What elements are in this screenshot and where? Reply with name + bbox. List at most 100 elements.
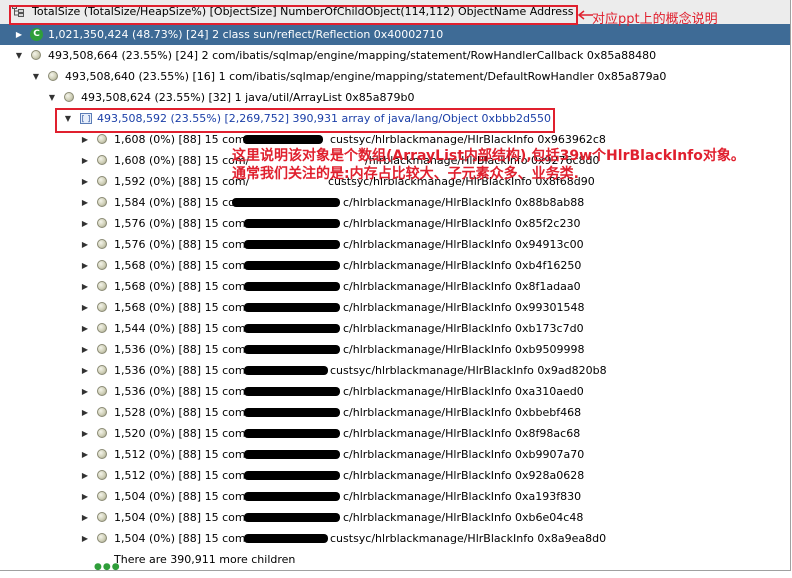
expand-arrow-icon[interactable]: ▶ — [80, 402, 90, 423]
tree-row-defaultrowhandler[interactable]: ▼ 493,508,640 (23.55%) [16] 1 com/ibatis… — [0, 66, 790, 87]
expand-arrow-icon[interactable]: ▶ — [14, 24, 24, 45]
child-size: 1,504 (0%) [88] 15 com/ — [114, 490, 250, 503]
expand-arrow-icon[interactable]: ▶ — [80, 507, 90, 528]
object-node-icon — [97, 449, 107, 459]
child-class: c/hlrblackmanage/HlrBlackInfo 0xb173c7d0 — [343, 322, 584, 335]
array-annotation-line2: 通常我们关注的是:内存占比较大、子元素众多、业务类. — [232, 166, 579, 182]
object-node-icon — [97, 428, 107, 438]
tree-row-child[interactable]: ▶ 1,576 (0%) [88] 15 com/c/hlrblackmanage… — [0, 213, 790, 234]
redaction-mark — [244, 282, 340, 291]
redaction-mark — [244, 408, 340, 417]
child-class: c/hlrblackmanage/HlrBlackInfo 0x8f98ac68 — [343, 427, 581, 440]
tree-row-label: 493,508,624 (23.55%) [32] 1 java/util/Ar… — [81, 91, 415, 104]
expand-arrow-icon[interactable]: ▶ — [80, 381, 90, 402]
tree-row-child[interactable]: ▶ 1,504 (0%) [88] 15 com/c/hlrblackmanage… — [0, 486, 790, 507]
expand-arrow-icon[interactable]: ▶ — [80, 276, 90, 297]
child-size: 1,576 (0%) [88] 15 com/ — [114, 238, 250, 251]
child-size: 1,528 (0%) [88] 15 com/ — [114, 406, 250, 419]
child-size: 1,592 (0%) [88] 15 com/ — [114, 175, 250, 188]
object-node-icon — [97, 512, 107, 522]
child-class: c/hlrblackmanage/HlrBlackInfo 0xb6e04c48 — [343, 511, 584, 524]
tree-row-child[interactable]: ▶ 1,520 (0%) [88] 15 com/c/hlrblackmanage… — [0, 423, 790, 444]
tree-row-rowhandlercallback[interactable]: ▼ 493,508,664 (23.55%) [24] 2 com/ibatis… — [0, 45, 790, 66]
tree-row-child[interactable]: ▶ 1,504 (0%) [88] 15 com/custsyc/hlrblack… — [0, 528, 790, 549]
object-node-icon — [97, 239, 107, 249]
expand-arrow-icon[interactable]: ▶ — [80, 339, 90, 360]
tree-row-child[interactable]: ▶ 1,536 (0%) [88] 15 com/c/hlrblackmanage… — [0, 381, 790, 402]
tree-row-label: 493,508,664 (23.55%) [24] 2 com/ibatis/s… — [48, 49, 657, 62]
child-size: 1,512 (0%) [88] 15 com/ — [114, 448, 250, 461]
tree-row-child[interactable]: ▶ 1,536 (0%) [88] 15 com/c/hlrblackmanage… — [0, 339, 790, 360]
expand-arrow-icon[interactable]: ▶ — [80, 528, 90, 549]
object-node-icon — [48, 71, 58, 81]
object-node-icon — [97, 386, 107, 396]
redaction-mark — [244, 429, 340, 438]
redaction-mark — [244, 471, 340, 480]
child-size: 1,608 (0%) [88] 15 com/ — [114, 154, 250, 167]
redaction-mark — [232, 198, 340, 207]
object-node-icon — [97, 323, 107, 333]
redaction-mark — [244, 240, 340, 249]
redaction-mark — [244, 534, 328, 543]
child-class: c/hlrblackmanage/HlrBlackInfo 0xbbebf468 — [343, 406, 582, 419]
expand-arrow-icon[interactable]: ▶ — [80, 297, 90, 318]
tree-row-child[interactable]: ▶ 1,568 (0%) [88] 15 com/c/hlrblackmanage… — [0, 297, 790, 318]
child-class: c/hlrblackmanage/HlrBlackInfo 0xb9509998 — [343, 343, 585, 356]
child-size: 1,520 (0%) [88] 15 com/ — [114, 427, 250, 440]
child-size: 1,512 (0%) [88] 15 com/ — [114, 469, 250, 482]
tree-row-child[interactable]: ▶ 1,512 (0%) [88] 15 com/c/hlrblackmanage… — [0, 465, 790, 486]
object-node-icon — [97, 533, 107, 543]
object-node-icon — [97, 176, 107, 186]
tree-row-child[interactable]: ▶ 1,536 (0%) [88] 15 com/custsyc/hlrblack… — [0, 360, 790, 381]
child-class: c/hlrblackmanage/HlrBlackInfo 0x99301548 — [343, 301, 585, 314]
child-class: c/hlrblackmanage/HlrBlackInfo 0x94913c00 — [343, 238, 584, 251]
child-size: 1,536 (0%) [88] 15 com/ — [114, 364, 250, 377]
class-icon: C — [30, 28, 43, 41]
tree-row-child[interactable]: ▶ 1,568 (0%) [88] 15 com/c/hlrblackmanage… — [0, 255, 790, 276]
expand-arrow-icon[interactable]: ▶ — [80, 234, 90, 255]
tree-row-child[interactable]: ▶ 1,568 (0%) [88] 15 com/c/hlrblackmanage… — [0, 276, 790, 297]
collapse-arrow-icon[interactable]: ▼ — [14, 45, 24, 66]
tree-row-child[interactable]: ▶ 1,504 (0%) [88] 15 com/c/hlrblackmanage… — [0, 507, 790, 528]
expand-arrow-icon[interactable]: ▶ — [80, 360, 90, 381]
object-node-icon — [97, 302, 107, 312]
expand-arrow-icon[interactable]: ▶ — [80, 255, 90, 276]
redaction-mark — [244, 513, 340, 522]
object-node-icon — [97, 407, 107, 417]
expand-arrow-icon[interactable]: ▶ — [80, 486, 90, 507]
child-size: 1,568 (0%) [88] 15 com/ — [114, 301, 250, 314]
tree-row-child[interactable]: ▶ 1,576 (0%) [88] 15 com/c/hlrblackmanage… — [0, 234, 790, 255]
redaction-mark — [244, 387, 340, 396]
expand-arrow-icon[interactable]: ▶ — [80, 318, 90, 339]
expand-arrow-icon[interactable]: ▶ — [80, 171, 90, 192]
collapse-arrow-icon[interactable]: ▼ — [47, 87, 57, 108]
tree-row-child[interactable]: ▶ 1,528 (0%) [88] 15 com/c/hlrblackmanage… — [0, 402, 790, 423]
expand-arrow-icon[interactable]: ▶ — [80, 213, 90, 234]
expand-arrow-icon[interactable]: ▶ — [80, 465, 90, 486]
array-annotation-line1: 这里说明该对象是个数组(ArrayList内部结构),包括39w个HlrBlac… — [232, 148, 745, 164]
object-node-icon — [97, 260, 107, 270]
child-class: c/hlrblackmanage/HlrBlackInfo 0xa310aed0 — [343, 385, 584, 398]
tree-row-arraylist[interactable]: ▼ 493,508,624 (23.55%) [32] 1 java/util/… — [0, 87, 790, 108]
more-children-row[interactable]: ●●● There are 390,911 more children — [0, 549, 790, 572]
tree-row-reflection[interactable]: ▶ C 1,021,350,424 (48.73%) [24] 2 class … — [0, 24, 790, 45]
redaction-mark — [244, 450, 340, 459]
child-size: 1,584 (0%) [88] 15 com/ — [114, 196, 250, 209]
collapse-arrow-icon[interactable]: ▼ — [31, 66, 41, 87]
object-node-icon — [97, 218, 107, 228]
expand-arrow-icon[interactable]: ▶ — [80, 444, 90, 465]
redaction-mark — [243, 135, 323, 144]
child-class: c/hlrblackmanage/HlrBlackInfo 0x88b8ab88 — [343, 196, 585, 209]
tree-row-child[interactable]: ▶ 1,584 (0%) [88] 15 com/c/hlrblackmanage… — [0, 192, 790, 213]
array-highlight-box — [55, 108, 555, 133]
expand-arrow-icon[interactable]: ▶ — [80, 423, 90, 444]
tree-row-child[interactable]: ▶ 1,512 (0%) [88] 15 com/c/hlrblackmanage… — [0, 444, 790, 465]
tree-row-child[interactable]: ▶ 1,544 (0%) [88] 15 com/c/hlrblackmanage… — [0, 318, 790, 339]
header-annotation: 对应ppt上的概念说明 — [592, 12, 718, 27]
expand-arrow-icon[interactable]: ▶ — [80, 192, 90, 213]
child-size: 1,568 (0%) [88] 15 com/ — [114, 259, 250, 272]
expand-arrow-icon[interactable]: ▶ — [80, 150, 90, 171]
object-node-icon — [97, 281, 107, 291]
redaction-mark — [244, 345, 340, 354]
redaction-mark — [244, 366, 328, 375]
